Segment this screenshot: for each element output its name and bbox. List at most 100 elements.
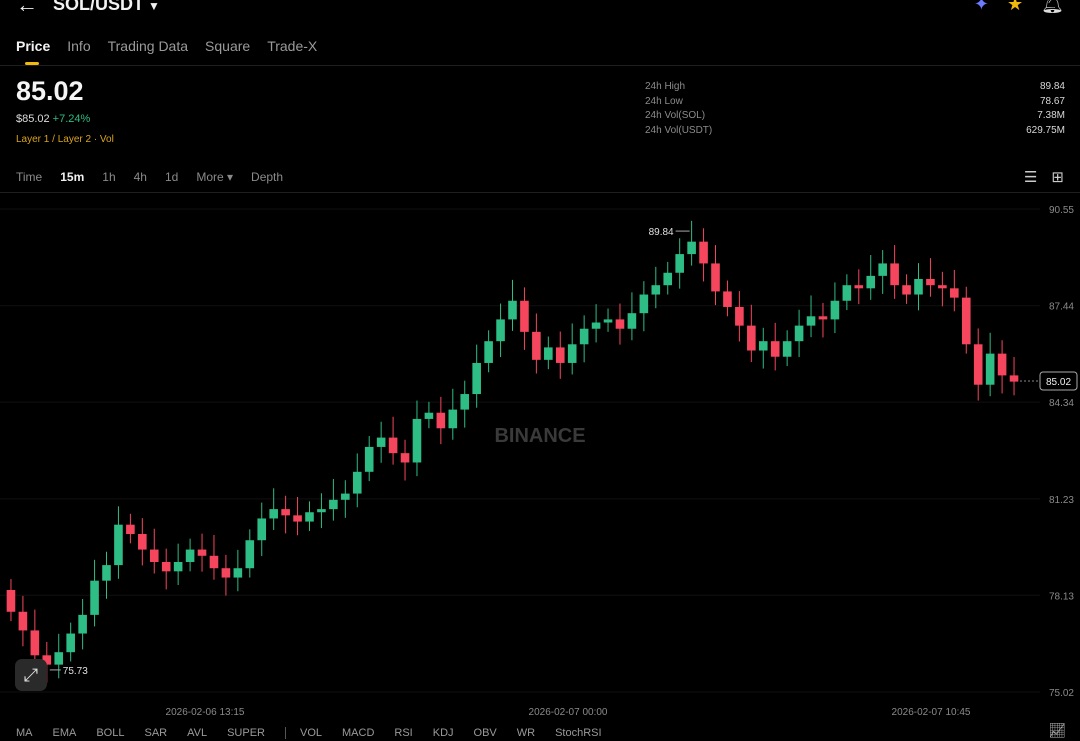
interval-more[interactable]: More ▾ — [196, 170, 233, 184]
indicator-stochrsi[interactable]: StochRSI — [555, 727, 601, 739]
candle-body — [663, 272, 673, 286]
indicator-rsi[interactable]: RSI — [394, 727, 412, 739]
category-tags[interactable]: Layer 1 / Layer 2 · Vol — [16, 134, 114, 145]
candle-body — [675, 254, 684, 273]
candle-body — [806, 316, 816, 326]
indicator-obv[interactable]: OBV — [474, 727, 497, 739]
y-tick-label: 90.55 — [1049, 205, 1074, 216]
indicator-wr[interactable]: WR — [517, 727, 535, 739]
chart-divider — [0, 192, 1080, 193]
candle-body — [352, 471, 362, 494]
candle-body — [579, 328, 589, 345]
candle-body — [460, 394, 470, 410]
price-fiat: $85.02 — [16, 113, 50, 125]
indicator-ma[interactable]: MA — [16, 727, 33, 739]
stats-panel: 24h High 89.84 24h Low 78.67 24h Vol(SOL) 7… — [645, 81, 1065, 139]
stat-row: 24h Vol(SOL) 7.38M — [645, 110, 1065, 125]
candle-body — [400, 453, 410, 463]
candle-body — [341, 493, 350, 500]
candle-body — [412, 418, 422, 463]
tab-info[interactable]: Info — [67, 38, 90, 54]
indicator-sar[interactable]: SAR — [144, 727, 167, 739]
candle-body — [532, 331, 541, 360]
candle-body — [257, 518, 267, 541]
y-tick-label: 78.13 — [1049, 591, 1074, 602]
candle-body — [149, 549, 159, 562]
stat-row: 24h Vol(USDT) 629.75M — [645, 125, 1065, 140]
indicator-boll[interactable]: BOLL — [96, 727, 124, 739]
candle-body — [926, 278, 935, 286]
candle-body — [78, 614, 87, 634]
stat-label: 24h Low — [645, 95, 683, 107]
chart-type-icon[interactable]: 📈︎ — [1048, 722, 1066, 739]
tab-trade-x[interactable]: Trade-X — [267, 38, 317, 54]
interval-15m[interactable]: 15m — [60, 170, 84, 184]
x-axis: 2026-02-06 13:15 2026-02-07 00:00 2026-02-… — [166, 707, 971, 718]
indicator-vol[interactable]: VOL — [300, 727, 322, 739]
candlestick-chart[interactable]: BINANCE 90.55 87.44 84.34 81.23 78.13 75.02 2… — [0, 194, 1080, 719]
bell-icon[interactable]: 🔔︎ — [1041, 0, 1064, 15]
star-icon[interactable]: ★ — [1007, 0, 1023, 15]
candle-body — [508, 300, 517, 320]
candle-body — [293, 515, 302, 522]
top-bar: ← SOL/USDT ▼ ✦ ★ 🔔︎ — [0, 0, 1080, 18]
candle-body — [985, 353, 995, 385]
interval-1h[interactable]: 1h — [102, 170, 115, 184]
candle-body — [18, 611, 28, 631]
price-fiat-row: $85.02 +7.24% — [16, 113, 90, 125]
candle-body — [484, 341, 493, 363]
price-change: +7.24% — [52, 113, 91, 125]
interval-1d[interactable]: 1d — [165, 170, 178, 184]
interval-4h[interactable]: 4h — [134, 170, 147, 184]
interval-depth[interactable]: Depth — [251, 170, 283, 184]
candle-body — [329, 499, 338, 510]
pair-selector[interactable]: SOL/USDT ▼ — [53, 0, 160, 15]
candle-body — [591, 322, 601, 329]
candle-body — [245, 540, 255, 569]
candle-body — [436, 412, 446, 429]
candle-body — [794, 325, 804, 342]
stat-label: 24h Vol(USDT) — [645, 124, 713, 136]
candle-body — [830, 300, 840, 320]
candle-body — [30, 630, 40, 656]
indicator-ema[interactable]: EMA — [53, 727, 77, 739]
back-arrow-icon[interactable]: ← — [16, 0, 38, 18]
pair-label: SOL/USDT — [53, 0, 145, 14]
y-tick-label: 84.34 — [1049, 398, 1074, 409]
x-tick-label: 2026-02-07 00:00 — [529, 707, 608, 718]
candle-body — [735, 306, 744, 326]
indicator-kdj[interactable]: KDJ — [433, 727, 454, 739]
candle-body — [687, 241, 696, 255]
tab-trading-data[interactable]: Trading Data — [108, 38, 188, 54]
indicator-macd[interactable]: MACD — [342, 727, 374, 739]
tab-price[interactable]: Price — [16, 38, 50, 65]
y-tick-label: 75.02 — [1049, 688, 1074, 699]
expand-icon[interactable]: ⤢ — [15, 659, 47, 691]
indicator-super[interactable]: SUPER — [227, 727, 265, 739]
candle-body — [185, 549, 195, 562]
candle-body — [138, 534, 147, 550]
interval-time[interactable]: Time — [16, 170, 42, 184]
candle-body — [627, 313, 637, 329]
candle-body — [603, 319, 613, 323]
settings-icon[interactable]: ☰ — [1024, 168, 1037, 186]
stat-value: 89.84 — [1039, 81, 1065, 92]
candle-body — [520, 300, 529, 332]
candle-body — [615, 319, 625, 329]
candle-body — [472, 362, 481, 395]
candle-body — [317, 509, 326, 513]
tab-square[interactable]: Square — [205, 38, 250, 54]
candle-body — [914, 278, 923, 295]
grid-icon[interactable]: ⊞ — [1051, 168, 1064, 186]
candle-body — [567, 344, 577, 363]
current-price-label: 85.02 — [1046, 377, 1071, 388]
caret-down-icon: ▼ — [148, 0, 160, 13]
candle-body — [6, 589, 16, 612]
y-axis: 90.55 87.44 84.34 81.23 78.13 75.02 — [1049, 205, 1074, 699]
candle-body — [233, 568, 243, 578]
indicator-avl[interactable]: AVL — [187, 727, 207, 739]
candle-body — [388, 437, 398, 454]
ai-sparkle-icon[interactable]: ✦ — [974, 0, 989, 15]
candle-body — [938, 285, 947, 289]
candle-body — [376, 437, 386, 447]
